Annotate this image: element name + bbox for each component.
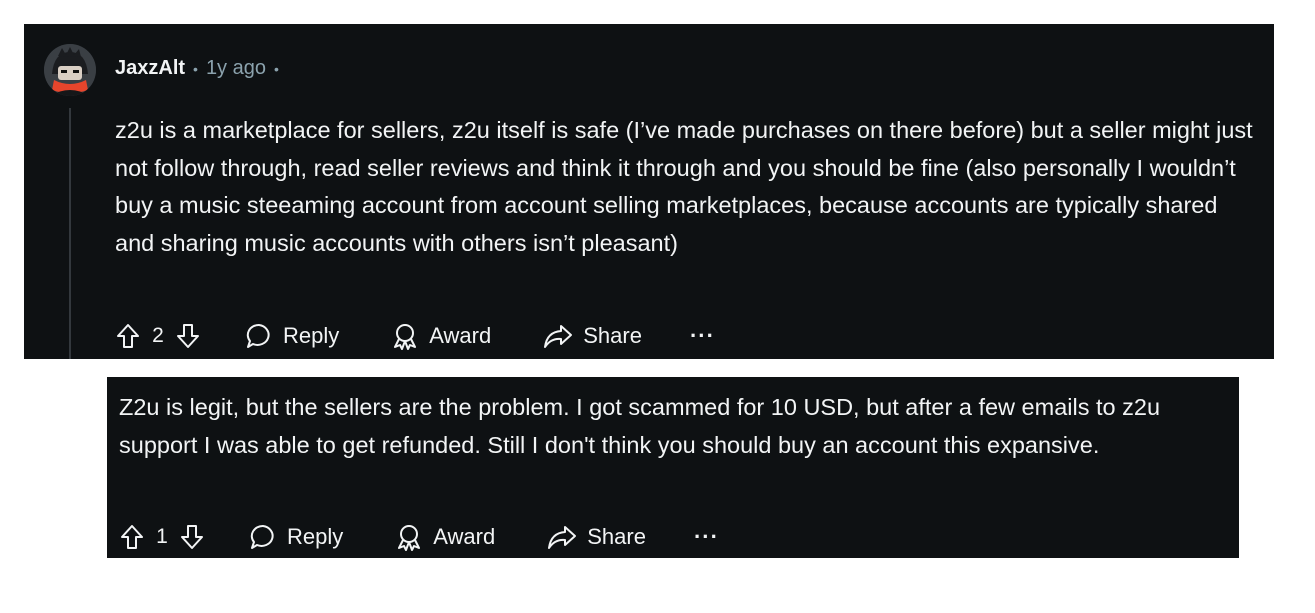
comment-timestamp: 1y ago — [205, 57, 266, 79]
share-arrow-icon — [543, 322, 573, 350]
comment-body: z2u is a marketplace for sellers, z2u it… — [115, 117, 1253, 256]
comment-2: Z2u is legit, but the sellers are the pr… — [107, 377, 1239, 558]
share-label: Share — [583, 323, 642, 348]
comment-body: Z2u is legit, but the sellers are the pr… — [119, 394, 1161, 458]
meta-separator: • — [193, 60, 198, 77]
award-label: Award — [433, 524, 496, 549]
comment-bubble-icon — [249, 523, 277, 551]
comment-action-bar: 1 Reply Award Share ··· — [119, 517, 719, 557]
reply-label: Reply — [287, 524, 344, 549]
reply-button[interactable]: Reply — [249, 523, 343, 551]
thread-line[interactable] — [69, 108, 71, 359]
vote-controls: 1 — [119, 521, 205, 553]
vote-count: 1 — [156, 525, 168, 548]
username[interactable]: JaxzAlt — [115, 57, 185, 80]
downvote-icon[interactable] — [179, 521, 205, 553]
share-button[interactable]: Share — [547, 523, 646, 551]
meta-separator: • — [274, 60, 279, 77]
share-arrow-icon — [547, 523, 577, 551]
award-button[interactable]: Award — [391, 322, 491, 350]
award-label: Award — [429, 323, 492, 348]
comment-1: JaxzAlt • 1y ago • z2u is a marketplace … — [24, 24, 1274, 359]
reply-button[interactable]: Reply — [245, 322, 339, 350]
comment-bubble-icon — [245, 322, 273, 350]
comment-action-bar: 2 Reply Award Share ··· — [115, 316, 715, 356]
upvote-icon[interactable] — [119, 521, 145, 553]
upvote-icon[interactable] — [115, 320, 141, 352]
comment-meta: JaxzAlt • 1y ago • — [115, 57, 279, 80]
award-icon — [395, 523, 423, 551]
more-options-button[interactable]: ··· — [694, 524, 719, 550]
award-icon — [391, 322, 419, 350]
downvote-icon[interactable] — [175, 320, 201, 352]
reply-label: Reply — [283, 323, 340, 348]
more-dots-icon: ··· — [693, 524, 719, 549]
award-button[interactable]: Award — [395, 523, 495, 551]
share-button[interactable]: Share — [543, 322, 642, 350]
share-label: Share — [587, 524, 646, 549]
more-options-button[interactable]: ··· — [690, 323, 715, 349]
user-avatar[interactable] — [44, 44, 96, 96]
more-dots-icon: ··· — [689, 323, 715, 348]
vote-count: 2 — [152, 324, 164, 347]
vote-controls: 2 — [115, 320, 201, 352]
